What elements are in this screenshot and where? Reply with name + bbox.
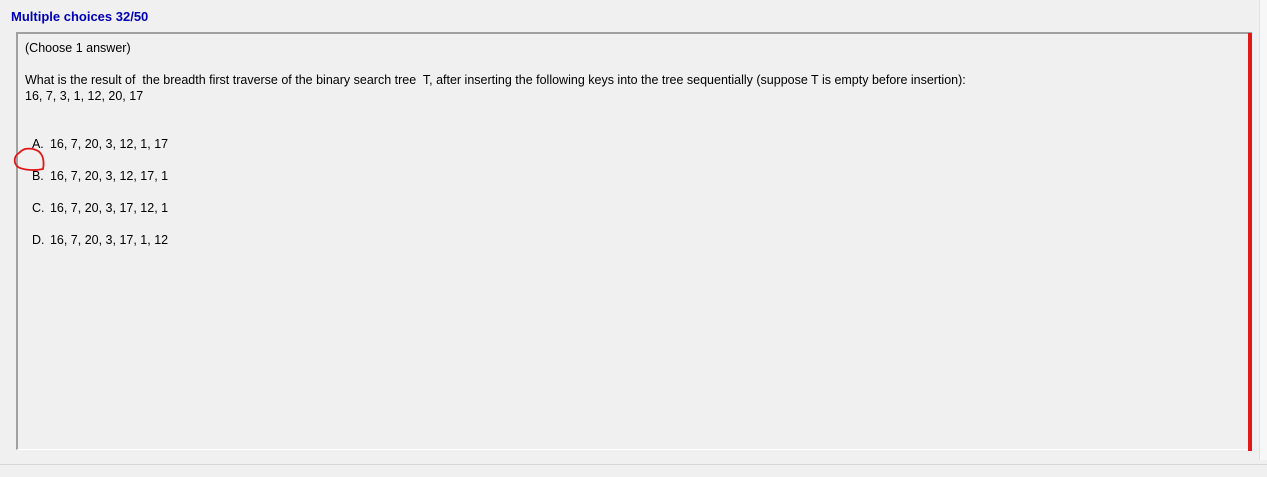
- choice-c[interactable]: C. 16, 7, 20, 3, 17, 12, 1: [25, 184, 168, 215]
- right-scroll-strip: [1259, 0, 1267, 460]
- choice-a[interactable]: A. 16, 7, 20, 3, 12, 1, 17: [25, 120, 168, 151]
- question-text: What is the result of the breadth first …: [25, 73, 966, 87]
- page-title: Multiple choices 32/50: [11, 9, 149, 24]
- choice-d-text: 16, 7, 20, 3, 17, 1, 12: [49, 233, 169, 247]
- choice-c-text: 16, 7, 20, 3, 17, 12, 1: [49, 201, 169, 215]
- choice-a-text: 16, 7, 20, 3, 12, 1, 17: [49, 137, 169, 151]
- selection-circle-icon: [13, 147, 45, 171]
- question-keys: 16, 7, 3, 1, 12, 20, 17: [25, 89, 144, 103]
- bottom-divider: [0, 464, 1267, 465]
- choice-b-text: 16, 7, 20, 3, 12, 17, 1: [49, 169, 169, 183]
- choice-d-letter: D.: [31, 233, 45, 247]
- choice-c-letter: C.: [31, 201, 45, 215]
- status-accent-bar: [1248, 33, 1252, 451]
- question-instruction: (Choose 1 answer): [25, 41, 131, 55]
- choice-d[interactable]: D. 16, 7, 20, 3, 17, 1, 12: [25, 216, 168, 247]
- question-panel: [16, 32, 1252, 450]
